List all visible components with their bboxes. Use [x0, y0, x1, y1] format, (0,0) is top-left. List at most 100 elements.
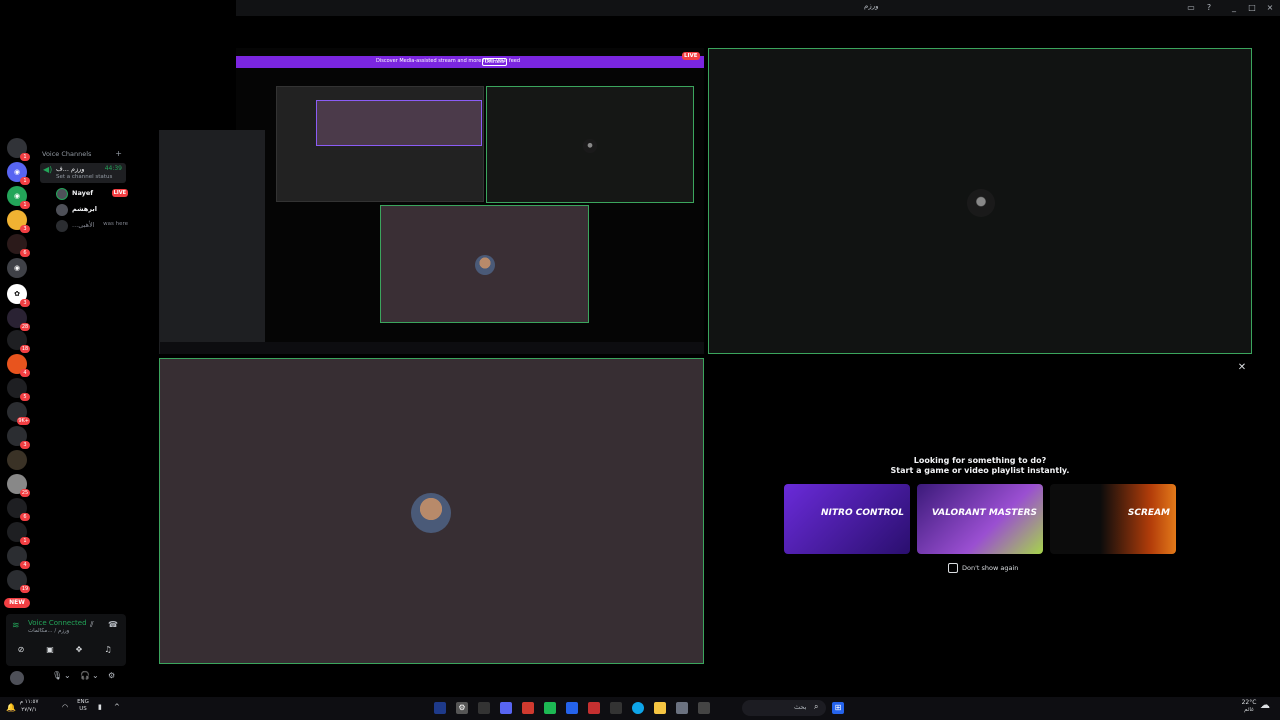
voice-member[interactable]: Nayef LIVE	[56, 187, 128, 201]
maximize-button[interactable]: □	[1246, 2, 1258, 14]
server-icon[interactable]: 5	[7, 378, 30, 401]
nested-taskbar	[160, 342, 704, 354]
activity-title-line1: Looking for something to do?	[913, 456, 1047, 465]
clock-date[interactable]: ٢٧/٧/١	[18, 707, 40, 714]
microphone-icon[interactable]: ▮	[98, 704, 102, 711]
voice-channel-status[interactable]: Set a channel status	[56, 174, 112, 180]
notification-icon[interactable]: 🔔	[6, 704, 16, 712]
server-icon[interactable]	[7, 450, 27, 470]
chevron-down-icon[interactable]: ⌄	[64, 671, 71, 680]
nested-user-tile	[380, 205, 589, 323]
discord-app-icon[interactable]	[500, 702, 512, 714]
weather-cloud-icon[interactable]: ☁	[1260, 701, 1270, 711]
language-indicator[interactable]: ENG US	[76, 699, 90, 713]
weather-status[interactable]: غائم	[1238, 707, 1260, 714]
server-icon[interactable]: 3	[7, 426, 30, 449]
app-icon[interactable]	[676, 702, 688, 714]
voice-connected-subtitle[interactable]: ورزم / ...مكالمات	[28, 628, 69, 634]
chevron-down-icon[interactable]: ⌄	[92, 671, 99, 680]
help-icon[interactable]: ?	[1203, 2, 1215, 14]
screen-share-icon[interactable]: ▣	[39, 643, 61, 657]
stream-tile-user[interactable]	[159, 358, 704, 664]
soundboard-icon[interactable]: ♫	[97, 643, 119, 657]
wifi-icon[interactable]: ◠	[62, 704, 68, 711]
clock-time[interactable]: ١١:٥٧ م	[18, 699, 40, 706]
avatar	[967, 189, 995, 217]
server-icon[interactable]: 19	[7, 570, 30, 593]
server-icon[interactable]: ✿ 3	[7, 284, 30, 307]
taskbar-search[interactable]: بحث ⌕	[742, 700, 826, 716]
windows-taskbar: 🔔 ١١:٥٧ م ٢٧/٧/١ ◠ ENG US ▮ ^ ⚙ بحث ⌕ ⊞ …	[0, 697, 1280, 720]
settings-app-icon[interactable]: ⚙	[456, 702, 468, 714]
app-icon[interactable]	[588, 702, 600, 714]
window-titlebar: ورزم ▭ ? _ □ ×	[236, 0, 1280, 16]
voice-member[interactable]: ...الأهبى was here	[56, 219, 128, 233]
server-icon[interactable]: ◉ 1	[7, 186, 30, 209]
avatar	[56, 220, 68, 232]
chevron-up-icon[interactable]: ^	[114, 704, 120, 711]
server-icon[interactable]: 6	[7, 498, 30, 521]
discord-server-icon[interactable]: ◉	[7, 258, 27, 278]
discord-server-icon[interactable]: ◉ 1	[7, 162, 30, 185]
file-explorer-icon[interactable]	[654, 702, 666, 714]
voice-connected-panel: ≋ Voice Connected ورزم / ...مكالمات ⫽ ☎ …	[6, 614, 126, 666]
activity-card-label: NITRO CONTROL	[821, 508, 904, 518]
app-icon[interactable]	[478, 702, 490, 714]
voice-channel-name: ورزم ...ف	[56, 165, 85, 173]
avatar	[56, 188, 68, 200]
server-icon[interactable]: 18	[7, 330, 30, 353]
noise-suppression-icon[interactable]: ⫽	[90, 620, 94, 630]
inbox-icon[interactable]: ▭	[1185, 2, 1197, 14]
avatar	[56, 204, 68, 216]
stream-banner: Discover Media-assisted stream and more …	[236, 56, 704, 68]
checkbox-icon[interactable]	[948, 563, 958, 573]
server-icon[interactable]: 6	[7, 234, 30, 257]
activities-icon[interactable]: ✥	[68, 643, 90, 657]
channel-sidebar: Voice Channels + ◀) ورزم ...ف 44:39 Set …	[34, 130, 130, 690]
server-icon[interactable]: 9K+	[7, 402, 30, 425]
weather-temperature[interactable]: 22°C	[1238, 699, 1260, 706]
server-icon[interactable]: 25	[7, 474, 30, 497]
voice-member[interactable]: ابرهشم	[56, 203, 128, 217]
voice-channel-item[interactable]: ◀) ورزم ...ف 44:39 Set a channel status	[40, 163, 126, 183]
activity-card-label: SCREAM	[1127, 508, 1170, 518]
camera-off-icon[interactable]: ⊘	[10, 643, 32, 657]
app-icon[interactable]	[544, 702, 556, 714]
server-icon[interactable]: 1	[7, 522, 30, 545]
activity-card-nitro-control[interactable]: NITRO CONTROL	[784, 484, 910, 554]
activity-card-scream[interactable]: SCREAM	[1050, 484, 1176, 554]
windows-start-icon[interactable]: ⊞	[832, 702, 844, 714]
avatar	[411, 493, 451, 533]
app-icon[interactable]	[698, 702, 710, 714]
new-badge: NEW	[4, 598, 30, 608]
signal-icon[interactable]: ≋	[12, 621, 20, 631]
app-icon[interactable]	[610, 702, 622, 714]
live-badge: LIVE	[111, 189, 128, 197]
brave-app-icon[interactable]	[522, 702, 534, 714]
voice-connected-title[interactable]: Voice Connected	[28, 619, 87, 627]
activity-card-valorant[interactable]: VALORANT MASTERS	[917, 484, 1043, 554]
app-icon[interactable]	[434, 702, 446, 714]
avatar[interactable]	[10, 671, 24, 685]
close-icon[interactable]: ✕	[1236, 362, 1248, 374]
minimize-button[interactable]: _	[1228, 2, 1240, 14]
close-button[interactable]: ×	[1264, 2, 1276, 14]
edge-app-icon[interactable]	[632, 702, 644, 714]
stream-tile-camera[interactable]	[708, 48, 1252, 354]
server-icon[interactable]: 28	[7, 308, 30, 331]
voice-channels-header[interactable]: Voice Channels	[42, 150, 91, 158]
server-icon[interactable]: 1	[7, 138, 30, 161]
app-icon[interactable]	[566, 702, 578, 714]
headphones-icon[interactable]: 🎧	[80, 671, 90, 680]
server-icon[interactable]: 4	[7, 546, 30, 569]
add-channel-icon[interactable]: +	[115, 149, 122, 158]
banner-dismiss-button[interactable]: Dismiss	[482, 58, 508, 66]
microphone-icon[interactable]: 🎙	[52, 671, 62, 680]
avatar	[475, 255, 495, 275]
disconnect-icon[interactable]: ☎	[108, 620, 118, 629]
settings-gear-icon[interactable]: ⚙	[108, 671, 115, 680]
server-icon[interactable]: 4	[7, 354, 30, 377]
nested-camera-tile	[486, 86, 694, 203]
search-placeholder: بحث	[794, 703, 807, 711]
server-icon[interactable]: 3	[7, 210, 30, 233]
